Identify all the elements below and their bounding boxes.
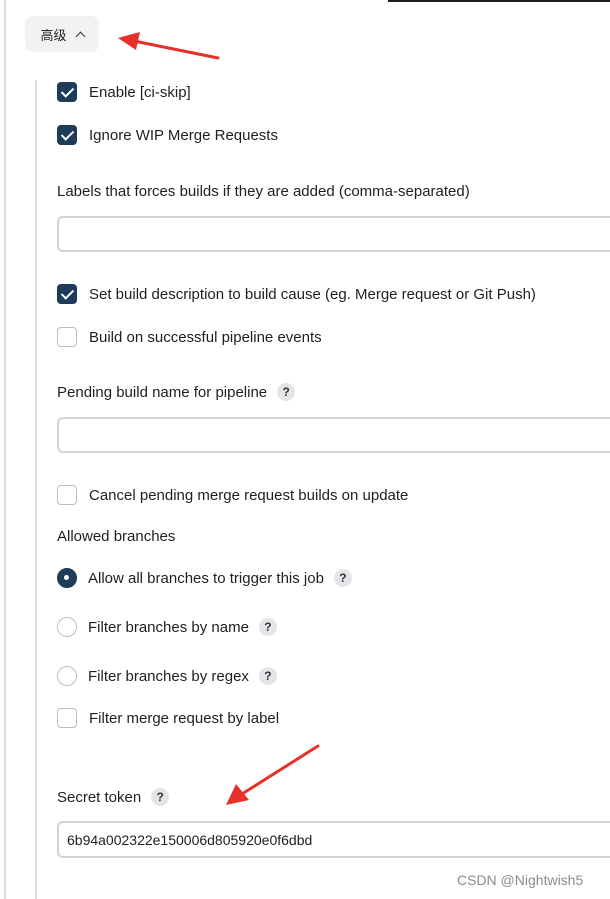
filter-by-label-checkbox[interactable]	[57, 708, 77, 728]
branch-choice-regex[interactable]: Filter branches by regex ?	[57, 666, 277, 686]
help-icon[interactable]: ?	[258, 667, 277, 685]
annotation-arrow-secret	[226, 744, 320, 805]
filter-by-label-label: Filter merge request by label	[89, 709, 280, 727]
secret-token-label: Secret token ?	[57, 788, 170, 806]
ignore-wip-label: Ignore WIP Merge Requests	[89, 126, 278, 144]
watermark: CSDN @Nightwish5	[457, 872, 584, 888]
filter-by-regex-radio[interactable]	[57, 666, 77, 686]
help-icon[interactable]: ?	[151, 788, 170, 806]
advanced-toggle-button[interactable]: 高级	[25, 16, 99, 52]
help-icon[interactable]: ?	[258, 618, 277, 636]
secret-token-input[interactable]	[57, 821, 610, 858]
advanced-toggle-label: 高级	[40, 28, 67, 44]
ignore-wip-option[interactable]: Ignore WIP Merge Requests	[57, 125, 278, 145]
enable-ci-skip-checkbox[interactable]	[57, 82, 77, 102]
filter-by-label-option[interactable]: Filter merge request by label	[57, 708, 279, 728]
cancel-pending-checkbox[interactable]	[57, 485, 77, 505]
build-on-pipeline-label: Build on successful pipeline events	[89, 328, 322, 346]
chevron-up-icon	[75, 31, 85, 41]
allow-all-branches-radio[interactable]	[57, 568, 77, 588]
ignore-wip-checkbox[interactable]	[57, 125, 77, 145]
set-build-description-option[interactable]: Set build description to build cause (eg…	[57, 284, 536, 304]
build-on-pipeline-option[interactable]: Build on successful pipeline events	[57, 327, 322, 347]
set-build-description-label: Set build description to build cause (eg…	[89, 285, 536, 303]
cancel-pending-option[interactable]: Cancel pending merge request builds on u…	[57, 485, 408, 505]
allowed-branches-heading: Allowed branches	[57, 528, 176, 545]
filter-by-name-radio[interactable]	[57, 617, 77, 637]
labels-force-builds-label: Labels that forces builds if they are ad…	[57, 183, 470, 200]
annotation-arrow-top	[118, 32, 220, 60]
build-on-pipeline-checkbox[interactable]	[57, 327, 77, 347]
allow-all-branches-label: Allow all branches to trigger this job	[88, 569, 324, 587]
set-build-description-checkbox[interactable]	[57, 284, 77, 304]
pending-build-name-label: Pending build name for pipeline ?	[57, 383, 296, 401]
branch-choice-all[interactable]: Allow all branches to trigger this job ?	[57, 568, 352, 588]
help-icon[interactable]: ?	[333, 569, 352, 587]
filter-by-name-label: Filter branches by name	[88, 618, 249, 636]
help-icon[interactable]: ?	[277, 383, 296, 401]
enable-ci-skip-label: Enable [ci-skip]	[89, 83, 191, 101]
pending-build-name-input[interactable]	[57, 417, 610, 453]
section-border-outer	[4, 0, 6, 899]
enable-ci-skip-option[interactable]: Enable [ci-skip]	[57, 82, 191, 102]
top-divider	[388, 0, 610, 2]
advanced-section-border	[35, 80, 37, 899]
cancel-pending-label: Cancel pending merge request builds on u…	[89, 486, 409, 504]
branch-choice-name[interactable]: Filter branches by name ?	[57, 617, 277, 637]
filter-by-regex-label: Filter branches by regex	[88, 667, 249, 685]
labels-force-builds-input[interactable]	[57, 216, 610, 252]
